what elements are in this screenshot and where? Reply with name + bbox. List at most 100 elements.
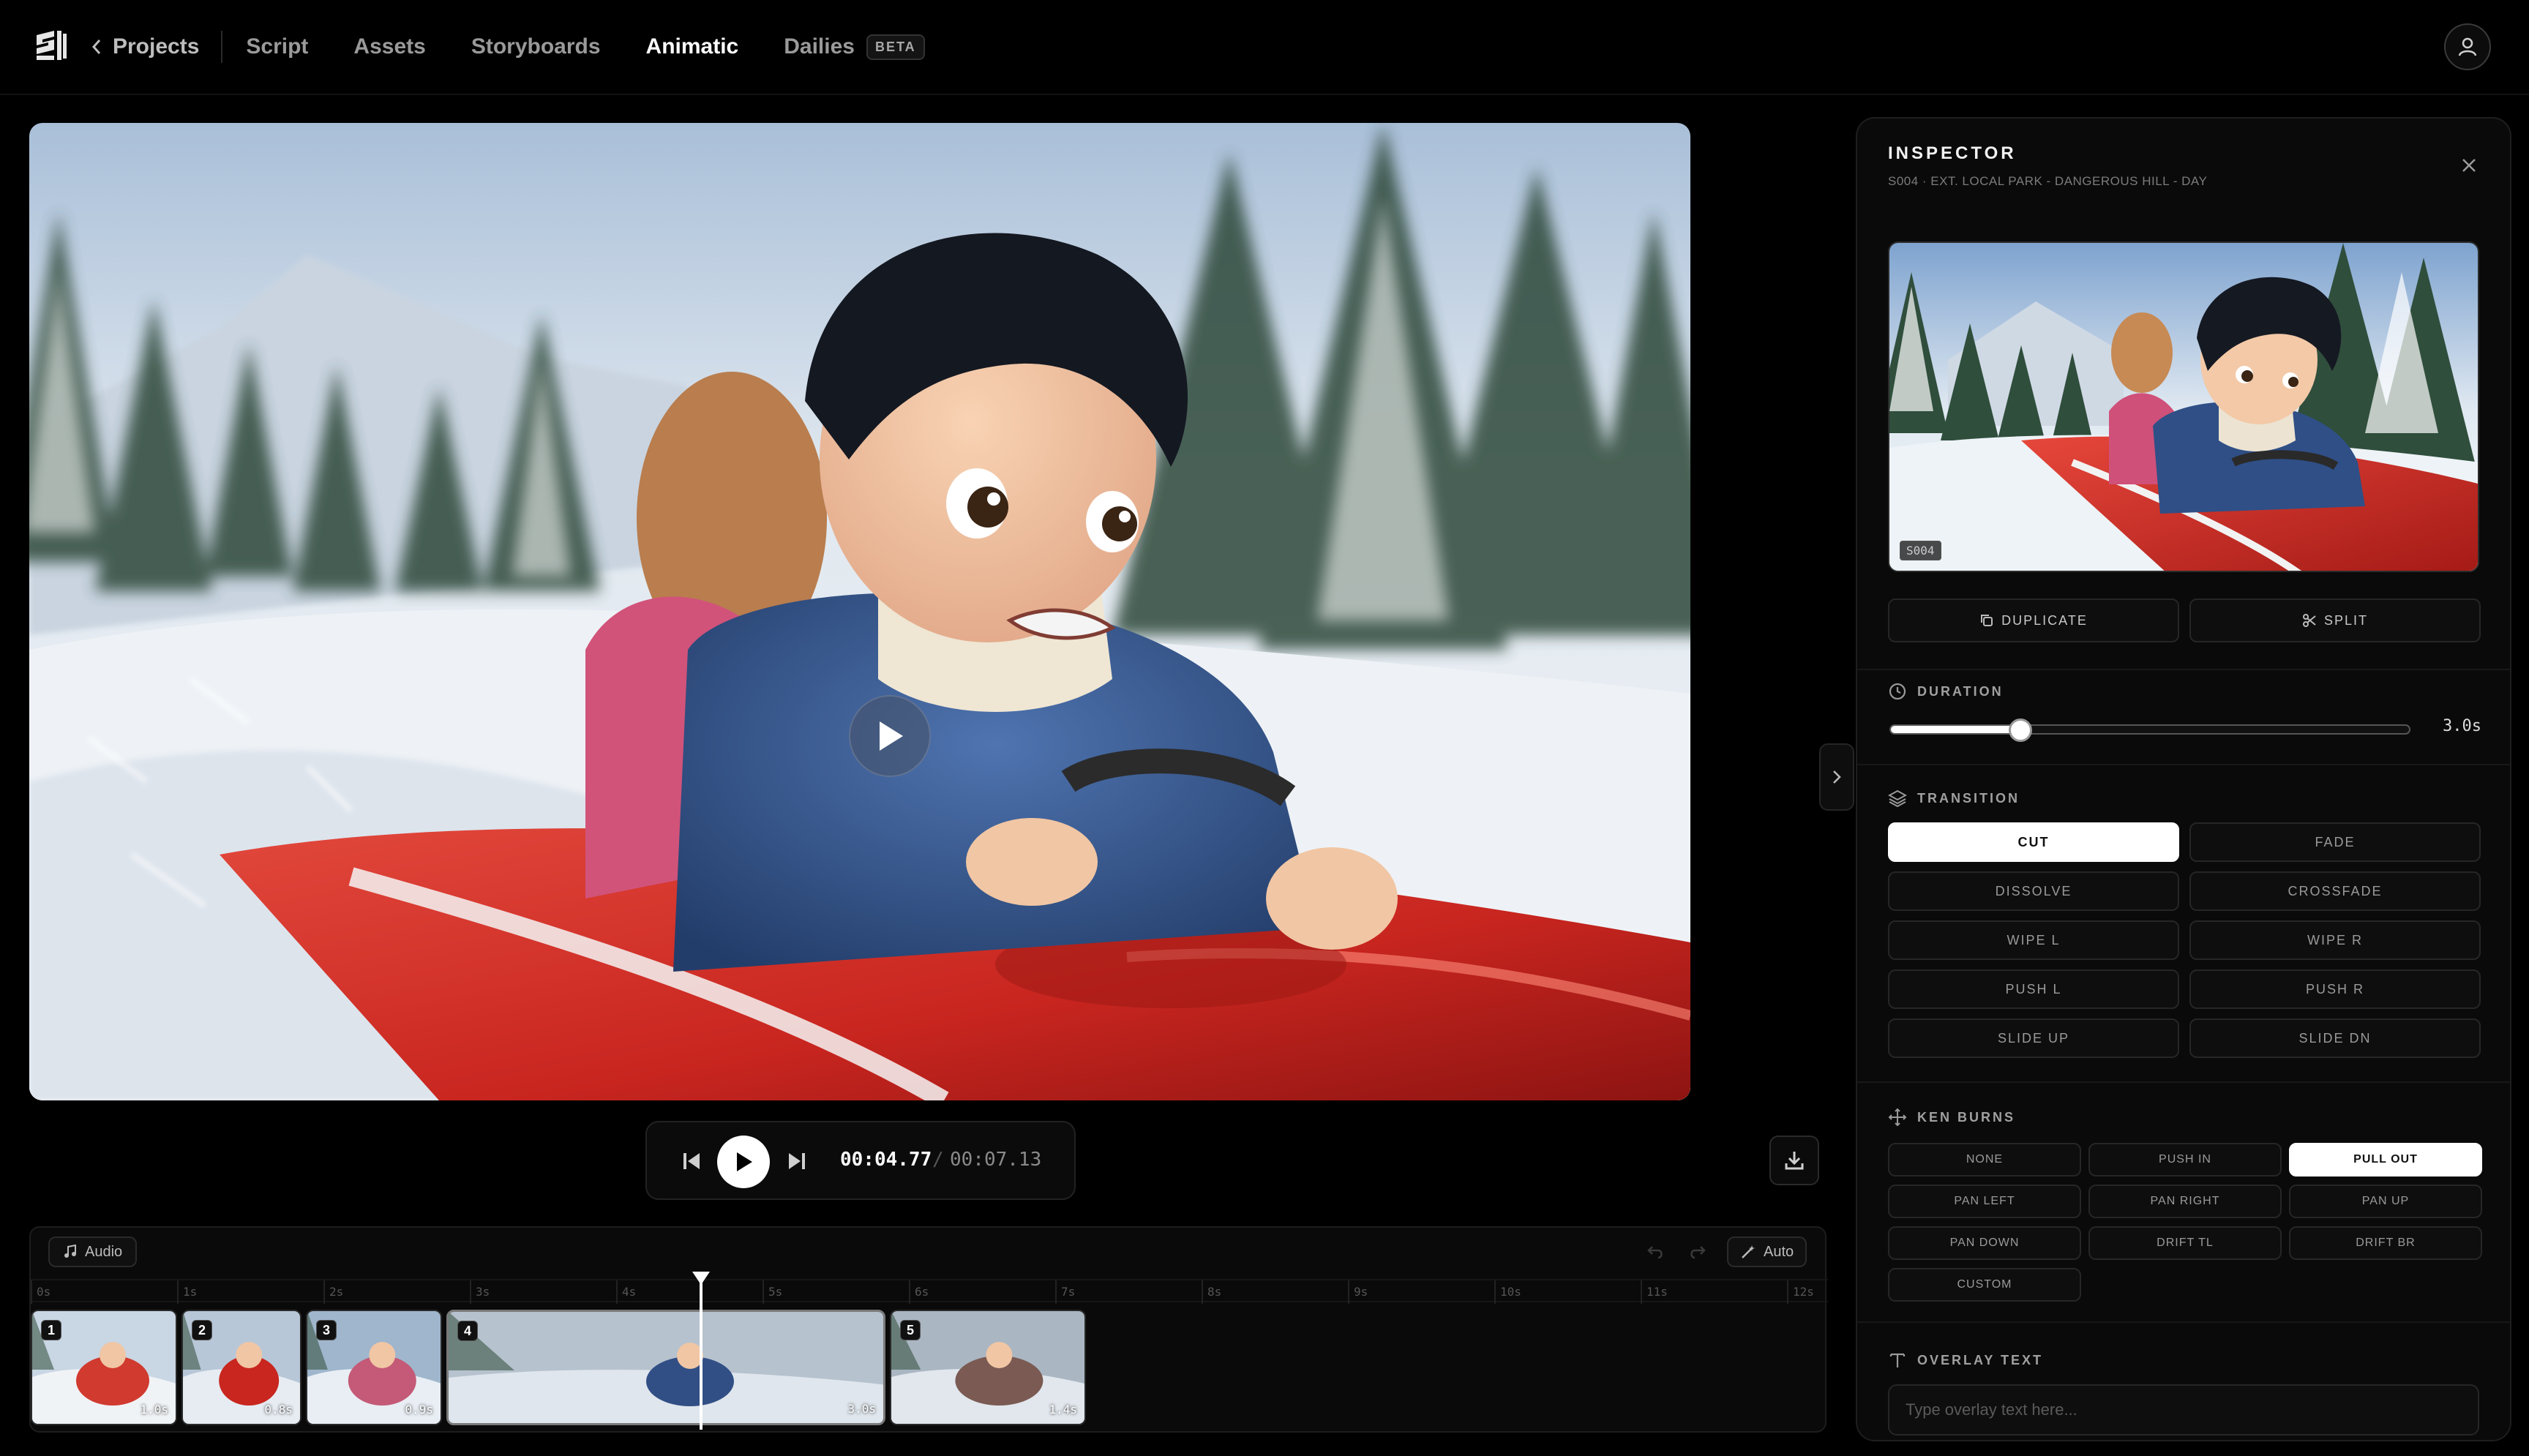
toggle-inspector-button[interactable] [1819,743,1854,811]
play-button[interactable] [717,1136,770,1188]
transition-option-cut[interactable]: CUT [1888,822,2179,862]
primary-nav: Projects Script Assets Storyboards Anima… [91,0,970,94]
preview-play-button[interactable] [849,695,931,777]
clock-icon [1889,683,1906,700]
timeline-panel: Audio Auto 0s 1s 2s 3s 4s 5s 6s 7s 8s 9s 10s 11s 12s… [29,1226,1828,1433]
current-time: 00:04.77 [840,1149,932,1171]
duration-slider[interactable] [1889,718,2410,742]
clip-duration: 0.9s [405,1403,433,1416]
auto-timing-button[interactable]: Auto [1727,1237,1807,1267]
redo-button[interactable] [1687,1242,1706,1265]
transition-option-fade[interactable]: FADE [2189,822,2481,862]
copy-icon [1981,615,1993,626]
ruler-tick: 5s [763,1280,782,1304]
ken-burns-option-none[interactable]: NONE [1888,1143,2081,1177]
nav-tab-label: Script [246,34,309,59]
transition-option-dissolve[interactable]: DISSOLVE [1888,871,2179,911]
clip-duration: 0.8s [264,1403,293,1416]
audio-label: Audio [85,1243,123,1260]
ken-burns-option-pull-out[interactable]: PULL OUT [2289,1143,2482,1177]
ken-burns-option-custom[interactable]: CUSTOM [1888,1268,2081,1302]
transition-option-push-l[interactable]: PUSH L [1888,969,2179,1009]
overlay-text-label: OVERLAY TEXT [1917,1352,2044,1367]
scene-heading: S004 · EXT. LOCAL PARK - DANGEROUS HILL … [1888,174,2208,188]
ruler-tick: 10s [1494,1280,1521,1304]
duplicate-button[interactable]: DUPLICATE [1888,598,2179,642]
split-label: SPLIT [2323,612,2369,628]
timeline-clip[interactable]: 4 3.0s [446,1310,885,1425]
clip-duration: 3.0s [847,1402,876,1416]
video-preview[interactable] [29,123,1690,1100]
ken-burns-option-drift-br[interactable]: DRIFT BR [2289,1226,2482,1260]
undo-button[interactable] [1646,1242,1666,1265]
close-inspector-button[interactable] [2460,157,2478,178]
chevron-left-icon [91,40,101,54]
audio-track-button[interactable]: Audio [48,1237,138,1267]
close-icon [2462,159,2476,172]
ken-burns-option-pan-right[interactable]: PAN RIGHT [2088,1185,2282,1218]
transition-option-push-r[interactable]: PUSH R [2189,969,2481,1009]
play-icon [737,1152,752,1171]
section-divider [1857,669,2510,670]
nav-tab-assets[interactable]: Assets [353,34,425,59]
timeline-clip[interactable]: 1 1.0s [31,1310,177,1425]
inspector-panel: INSPECTOR S004 · EXT. LOCAL PARK - DANGE… [1856,117,2511,1441]
ken-burns-option-push-in[interactable]: PUSH IN [2088,1143,2282,1177]
playhead[interactable] [700,1273,702,1430]
skip-forward-button[interactable] [786,1150,808,1176]
duplicate-label: DUPLICATE [2001,612,2088,628]
ken-burns-option-pan-down[interactable]: PAN DOWN [1888,1226,2081,1260]
skip-back-button[interactable] [681,1150,702,1176]
timeline-clip[interactable]: 5 1.4s [890,1310,1086,1425]
preview-frame-image [29,123,1690,1100]
ruler-tick: 3s [470,1280,490,1304]
ruler-tick: 7s [1055,1280,1075,1304]
skip-back-icon [683,1153,700,1169]
app-logo-icon[interactable] [32,28,67,64]
skip-forward-icon [789,1153,805,1169]
ken-burns-option-drift-tl[interactable]: DRIFT TL [2088,1226,2282,1260]
clip-duration: 1.0s [140,1403,168,1416]
transport-controls: 00:04.77 / 00:07.13 [645,1121,1076,1200]
clip-number: 5 [900,1320,921,1340]
ruler-tick: 12s [1787,1280,1814,1304]
user-menu-button[interactable] [2444,23,2491,70]
export-download-button[interactable] [1769,1136,1819,1185]
duration-slider-handle[interactable] [2009,718,2032,742]
timeline-clip[interactable]: 3 0.9s [306,1310,442,1425]
time-ruler[interactable]: 0s 1s 2s 3s 4s 5s 6s 7s 8s 9s 10s 11s 12s [31,1279,1828,1304]
nav-tab-storyboards[interactable]: Storyboards [471,34,601,59]
clip-number: 3 [316,1320,337,1340]
nav-tab-animatic[interactable]: Animatic [646,34,739,59]
shot-thumbnail: S004 [1888,241,2479,572]
ruler-tick: 0s [31,1280,50,1304]
clip-number: 4 [457,1321,478,1341]
thumbnail-image [1889,243,2478,571]
timeline-clip[interactable]: 2 0.8s [181,1310,301,1425]
nav-tab-script[interactable]: Script [246,34,308,59]
ruler-tick: 2s [323,1280,343,1304]
play-icon [880,721,903,751]
transition-option-slide-dn[interactable]: SLIDE DN [2189,1018,2481,1058]
transition-option-crossfade[interactable]: CROSSFADE [2189,871,2481,911]
ruler-tick: 6s [909,1280,929,1304]
duration-value: 3.0s [2443,717,2481,735]
ken-burns-option-pan-left[interactable]: PAN LEFT [1888,1185,2081,1218]
playhead-handle[interactable] [692,1272,710,1285]
layers-icon [1888,789,1907,808]
section-divider [1857,1081,2510,1083]
nav-tab-label: Dailies [784,34,855,59]
overlay-text-input[interactable] [1888,1384,2479,1436]
transition-option-wipe-r[interactable]: WIPE R [2189,920,2481,960]
clip-number: 1 [41,1320,61,1340]
ken-burns-option-pan-up[interactable]: PAN UP [2289,1185,2482,1218]
transition-option-slide-up[interactable]: SLIDE UP [1888,1018,2179,1058]
ruler-tick: 8s [1202,1280,1221,1304]
back-to-projects-link[interactable]: Projects [91,34,199,59]
transition-option-wipe-l[interactable]: WIPE L [1888,920,2179,960]
transition-section-label: TRANSITION [1888,789,2020,808]
split-button[interactable]: SPLIT [2189,598,2481,642]
nav-tab-dailies[interactable]: Dailies BETA [784,34,925,60]
beta-badge: BETA [866,34,925,60]
overlay-text-section-label: OVERLAY TEXT [1888,1351,2043,1370]
